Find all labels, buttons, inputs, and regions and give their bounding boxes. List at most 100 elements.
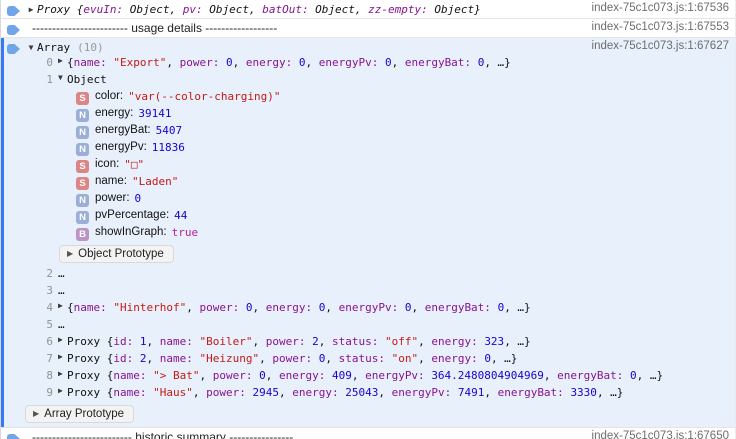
token-p: , xyxy=(252,335,266,348)
token-k: energy: xyxy=(245,56,293,69)
source-location-link[interactable]: index-75c1c073.js:1:67553 xyxy=(582,21,731,33)
token-k: energyPv: xyxy=(338,301,399,314)
array-item-row[interactable]: 3… xyxy=(1,284,735,301)
type-badge-boolean-icon: B xyxy=(76,228,89,241)
token-ki: pv: xyxy=(182,3,203,16)
type-badge-number-icon: N xyxy=(76,126,89,139)
property-row[interactable]: Nenergy: 39141 xyxy=(1,107,735,124)
token-p: , xyxy=(318,335,332,348)
item-preview: Proxy {id: 2, name: "Heizung", power: 0,… xyxy=(67,352,517,369)
token-p xyxy=(378,56,385,69)
property-name: showInGraph: xyxy=(95,226,167,238)
token-k: energyPv: xyxy=(365,369,425,382)
array-item-row[interactable]: 5… xyxy=(1,318,735,335)
disclosure-triangle-icon[interactable]: ▶ xyxy=(58,386,67,403)
type-badge-number-icon: N xyxy=(76,211,89,224)
array-index: 2 xyxy=(46,267,53,280)
token-n: 11836 xyxy=(151,141,185,154)
array-prototype-button[interactable]: ▶ Array Prototype xyxy=(25,405,135,423)
token-n: 2945 xyxy=(252,386,279,399)
array-title[interactable]: Array xyxy=(37,40,70,55)
token-s: "Laden" xyxy=(131,175,179,188)
disclosure-triangle-icon[interactable]: ▶ xyxy=(58,352,67,369)
prototype-row: ▶ Array Prototype xyxy=(1,403,735,423)
property-row[interactable]: Npower: 0 xyxy=(1,192,735,209)
token-p xyxy=(239,301,246,314)
token-p: , xyxy=(232,56,246,69)
prototype-button-label: Object Prototype xyxy=(78,247,164,260)
item-preview: Proxy {name: "Haus", power: 2945, energy… xyxy=(67,386,623,403)
property-value: "Laden" xyxy=(132,175,178,192)
array-index: 9 xyxy=(46,386,53,399)
source-location-link[interactable]: index-75c1c073.js:1:67627 xyxy=(582,40,731,52)
array-item-row[interactable]: 0 ▶ {name: "Export", power: 0, energy: 0, … xyxy=(1,56,735,73)
property-row[interactable]: Sicon: "□" xyxy=(1,158,735,175)
token-p: Proxy { xyxy=(67,386,114,399)
property-row[interactable]: BshowInGraph: true xyxy=(1,226,735,243)
disclosure-triangle-icon[interactable]: ▶ xyxy=(58,335,67,352)
property-row[interactable]: Scolor: "var(--color-charging)" xyxy=(1,90,735,107)
token-p: { xyxy=(67,301,74,314)
array-item-row[interactable]: 6 ▶ Proxy {id: 1, name: "Boiler", power: 2… xyxy=(1,335,735,352)
disclosure-triangle-icon[interactable]: ▶ xyxy=(25,2,37,17)
token-n: 0 xyxy=(225,56,233,69)
console-entry-header[interactable]: ------------------------ usage details -… xyxy=(1,19,735,37)
token-p xyxy=(219,56,226,69)
token-p: , …} xyxy=(504,335,531,348)
property-value: "□" xyxy=(124,158,144,175)
token-k: energyBat: xyxy=(497,386,564,399)
token-p: … xyxy=(58,284,65,297)
disclosure-triangle-icon[interactable]: ▼ xyxy=(25,40,37,55)
item-preview: … xyxy=(58,284,65,301)
token-k: power: xyxy=(206,386,246,399)
console-entry-header[interactable]: ▼ Array (10) index-75c1c073.js:1:67627 xyxy=(1,38,735,56)
console-entry-header[interactable]: ▶ Proxy {evuIn: Object, pv: Object, batOu… xyxy=(1,0,735,18)
token-p: , …} xyxy=(484,56,511,69)
token-p xyxy=(398,301,405,314)
property-value: 0 xyxy=(135,192,142,209)
token-p: , xyxy=(325,301,339,314)
token-k: id: xyxy=(113,335,134,348)
array-item-row[interactable]: 9 ▶ Proxy {name: "Haus", power: 2945, ener… xyxy=(1,386,735,403)
property-name: energyPv: xyxy=(95,141,147,153)
source-location-link[interactable]: index-75c1c073.js:1:67536 xyxy=(582,2,731,14)
object-preview[interactable]: Proxy {evuIn: Object, pv: Object, batOut… xyxy=(37,2,481,17)
array-item-row[interactable]: 2… xyxy=(1,267,735,284)
disclosure-triangle-icon[interactable]: ▶ xyxy=(58,301,67,318)
property-row[interactable]: NenergyBat: 5407 xyxy=(1,124,735,141)
token-p: , xyxy=(484,386,498,399)
property-row[interactable]: NpvPercentage: 44 xyxy=(1,209,735,226)
token-p: … xyxy=(58,318,65,331)
token-p xyxy=(312,301,319,314)
array-item-row[interactable]: 7 ▶ Proxy {id: 2, name: "Heizung", power: … xyxy=(1,352,735,369)
disclosure-triangle-icon[interactable]: ▶ xyxy=(58,56,67,73)
console-entry-1: ------------------------ usage details -… xyxy=(1,19,735,38)
property-row[interactable]: Sname: "Laden" xyxy=(1,175,735,192)
array-item-row[interactable]: 4 ▶ {name: "Hinterhof", power: 0, energy: … xyxy=(1,301,735,318)
token-p: Object xyxy=(67,73,107,86)
array-item-row[interactable]: 8 ▶ Proxy {name: "> Bat", power: 0, energy… xyxy=(1,369,735,386)
array-index: 1 xyxy=(46,73,53,86)
token-p: , xyxy=(186,301,200,314)
source-location-link[interactable]: index-75c1c073.js:1:67650 xyxy=(582,430,731,439)
array-index: 7 xyxy=(46,352,53,365)
token-n: 409 xyxy=(331,369,352,382)
disclosure-triangle-icon[interactable]: ▼ xyxy=(58,73,67,90)
array-item-row[interactable]: 1 ▼ Object xyxy=(1,73,735,90)
property-row[interactable]: NenergyPv: 11836 xyxy=(1,141,735,158)
token-k: power: xyxy=(212,369,253,382)
token-p: Proxy { xyxy=(67,335,114,348)
disclosure-triangle-icon: ▶ xyxy=(67,249,74,258)
object-prototype-button[interactable]: ▶ Object Prototype xyxy=(59,245,174,263)
token-p: { xyxy=(67,56,74,69)
prototype-button-label: Array Prototype xyxy=(44,407,125,420)
disclosure-triangle-icon[interactable]: ▶ xyxy=(58,369,67,386)
token-n: 323 xyxy=(484,335,505,348)
token-b: true xyxy=(171,226,199,239)
token-p xyxy=(385,352,392,365)
item-preview: Object xyxy=(67,73,107,90)
type-badge-number-icon: N xyxy=(76,143,89,156)
console-entry-header[interactable]: ------------------------- historic summa… xyxy=(1,428,735,439)
token-k: power: xyxy=(179,56,220,69)
type-badge-string-icon: S xyxy=(76,160,89,173)
